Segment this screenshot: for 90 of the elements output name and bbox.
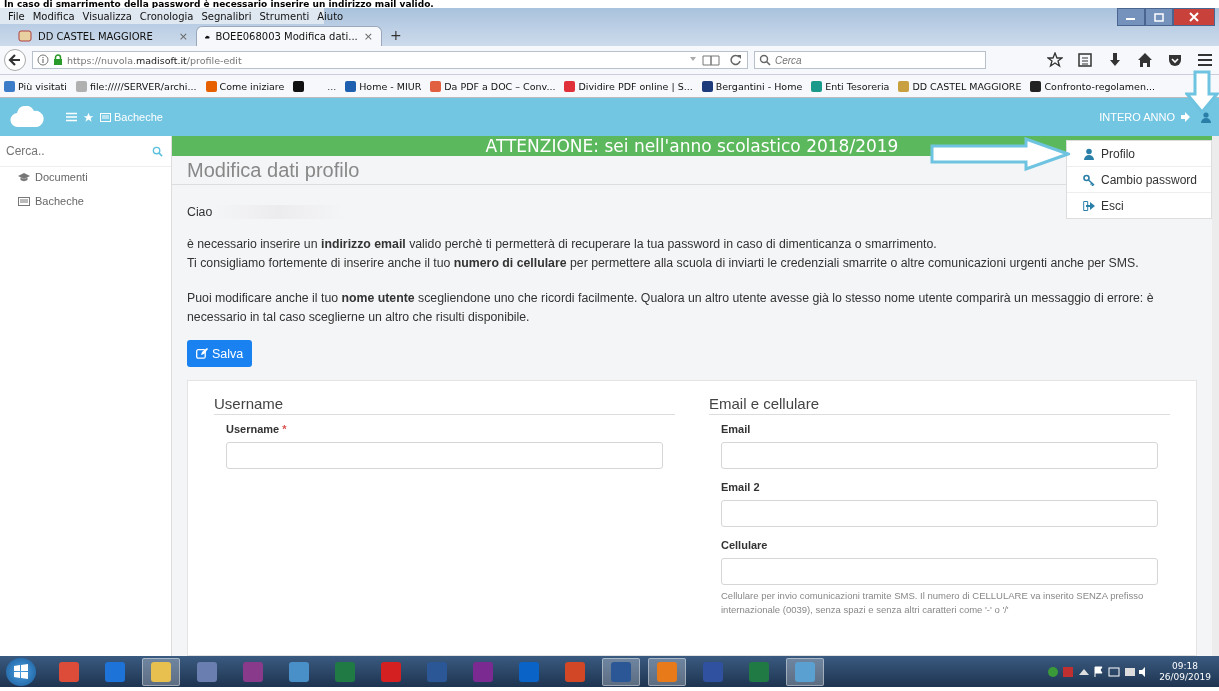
search-box[interactable]: Cerca bbox=[754, 51, 986, 69]
close-tab-button[interactable]: × bbox=[363, 30, 373, 43]
download-icon[interactable] bbox=[1107, 52, 1123, 68]
star-icon[interactable] bbox=[1047, 52, 1063, 68]
required-mark: * bbox=[282, 423, 287, 435]
menu-item[interactable]: Modifica bbox=[32, 10, 75, 22]
info-icon[interactable] bbox=[37, 54, 49, 66]
close-tab-button[interactable]: × bbox=[178, 29, 188, 43]
paragraph-text: Ti consigliamo fortemente di inserire anche il tuo numero di cellulare per permettere alla scuola di inviarti le credenziali smarrite o altre comunicazioni urgenti anche per SMS. bbox=[187, 255, 1140, 272]
bookmark[interactable]: Home - MIUR bbox=[345, 80, 422, 92]
page-title: Modifica dati profilo bbox=[187, 158, 360, 182]
url-text[interactable]: https://nuvola.madisoft.it/profile-edit bbox=[67, 54, 685, 66]
board-icon bbox=[100, 112, 111, 122]
input-field[interactable] bbox=[226, 442, 663, 469]
lock-icon bbox=[53, 54, 63, 66]
address-bar[interactable]: https://nuvola.madisoft.it/profile-edit bbox=[32, 51, 748, 69]
input-field[interactable] bbox=[721, 442, 1158, 469]
close-icon bbox=[1188, 12, 1200, 22]
edit-icon bbox=[196, 348, 208, 359]
more-bookmarks-button[interactable]: ... bbox=[327, 80, 337, 92]
bookmark[interactable]: Enti Tesoreria bbox=[811, 80, 890, 92]
clock-date[interactable]: 26/09/2019 bbox=[1159, 671, 1211, 683]
paragraph-text: Puoi modificare anche il tuo nome utente scegliendone uno che ricordi facilmente. Qualora un altro utente avesse già lo stesso nome utente comparirà un messaggio di errore: è necessario in tal caso sceglierne un altro che risulti disponibile. bbox=[187, 290, 1155, 326]
key-icon bbox=[1083, 173, 1095, 186]
browser-tab[interactable]: BOEE068003 Modifica dati... × bbox=[196, 26, 382, 46]
scrollbar[interactable] bbox=[1212, 136, 1219, 656]
bookmark[interactable]: Dividire PDF online | S... bbox=[564, 80, 693, 92]
search-icon bbox=[759, 54, 771, 66]
graduation-cap-icon bbox=[18, 171, 30, 183]
reload-icon[interactable] bbox=[729, 54, 743, 66]
bookmark[interactable]: Come iniziare bbox=[205, 80, 285, 92]
menu-item[interactable]: Profilo bbox=[1067, 141, 1211, 167]
user-icon[interactable] bbox=[1201, 111, 1211, 123]
board-icon bbox=[18, 195, 30, 207]
home-icon[interactable] bbox=[1137, 52, 1153, 68]
field-label: Cellulare bbox=[721, 539, 768, 551]
cloud-logo-icon[interactable] bbox=[10, 106, 44, 128]
section-heading: Email e cellulare bbox=[709, 395, 1170, 415]
start-button[interactable] bbox=[6, 657, 36, 686]
sidebar-item[interactable]: Bacheche bbox=[0, 191, 171, 215]
taskbar-button[interactable] bbox=[142, 657, 180, 686]
bookmark[interactable]: Confronto-regolamen... bbox=[1030, 80, 1155, 92]
search-field[interactable]: Cerca.. bbox=[6, 144, 152, 158]
star-icon[interactable] bbox=[83, 111, 94, 123]
bookmark-icon[interactable] bbox=[293, 80, 305, 92]
left-arrow-icon bbox=[8, 53, 22, 67]
menu-icon[interactable] bbox=[1197, 52, 1213, 68]
bookmark[interactable]: Da PDF a DOC – Conv... bbox=[430, 80, 556, 92]
menu-item[interactable]: Cronologia bbox=[139, 10, 194, 22]
field-label: Username bbox=[226, 423, 280, 435]
menu-item[interactable]: Strumenti bbox=[259, 10, 310, 22]
bookmark[interactable]: Bergantini - Home bbox=[701, 80, 803, 92]
minimize-button[interactable] bbox=[1117, 8, 1145, 26]
maximize-icon bbox=[1153, 12, 1165, 22]
back-button[interactable] bbox=[4, 49, 26, 71]
search-field[interactable]: Cerca bbox=[775, 54, 975, 66]
list-icon[interactable] bbox=[1077, 52, 1093, 68]
input-field[interactable] bbox=[721, 558, 1158, 585]
field-label: Email bbox=[721, 423, 751, 435]
menu-item[interactable]: Esci bbox=[1067, 193, 1211, 218]
taskbar-button[interactable] bbox=[648, 657, 686, 686]
sidebar-item[interactable]: Documenti bbox=[0, 167, 171, 191]
new-tab-button[interactable]: + bbox=[390, 27, 402, 43]
field-label: Email 2 bbox=[721, 481, 760, 493]
tray-icons-drawing[interactable] bbox=[1047, 664, 1148, 679]
taskbar-button[interactable] bbox=[786, 657, 824, 686]
clock-time[interactable]: 09:18 bbox=[1172, 660, 1199, 672]
taskbar-button[interactable] bbox=[602, 657, 640, 686]
bookmark[interactable]: DD CASTEL MAGGIORE bbox=[898, 80, 1022, 92]
help-text: Cellulare per invio comunicazioni tramite SMS. Il numero di CELLULARE va inserito SENZA prefisso internazionale (0039), senza spazi e senza altri caratteri come '-' o '/' bbox=[721, 589, 1145, 617]
greeting-text: Ciao bbox=[187, 205, 213, 219]
browser-tab[interactable]: DD CASTEL MAGGIORE × bbox=[10, 26, 196, 46]
pocket-icon[interactable] bbox=[1167, 52, 1183, 68]
logout-icon[interactable] bbox=[1181, 112, 1191, 122]
paragraph-text: è necessario inserire un indirizzo email valido perchè ti permetterà di recuperare la tua password in caso di dimenticanza o smarrimento. bbox=[187, 236, 938, 253]
bookmark[interactable]: file://///SERVER/archi... bbox=[75, 80, 197, 92]
user-icon bbox=[1083, 147, 1095, 160]
menu-item[interactable]: Cambio password bbox=[1067, 167, 1211, 193]
menu-item[interactable]: Aiuto bbox=[317, 10, 344, 22]
menu-item[interactable]: File bbox=[8, 10, 25, 22]
input-field[interactable] bbox=[721, 500, 1158, 527]
maximize-button[interactable] bbox=[1145, 8, 1173, 26]
menu-item[interactable]: Segnalibri bbox=[201, 10, 252, 22]
close-button[interactable] bbox=[1173, 8, 1215, 26]
bookmark[interactable]: Più visitati bbox=[4, 80, 67, 92]
menu-item[interactable]: Visualizza bbox=[82, 10, 132, 22]
save-button[interactable]: Salva bbox=[187, 340, 253, 367]
logout-icon bbox=[1083, 199, 1095, 212]
search-icon bbox=[152, 145, 163, 157]
section-heading: Username bbox=[214, 395, 675, 415]
